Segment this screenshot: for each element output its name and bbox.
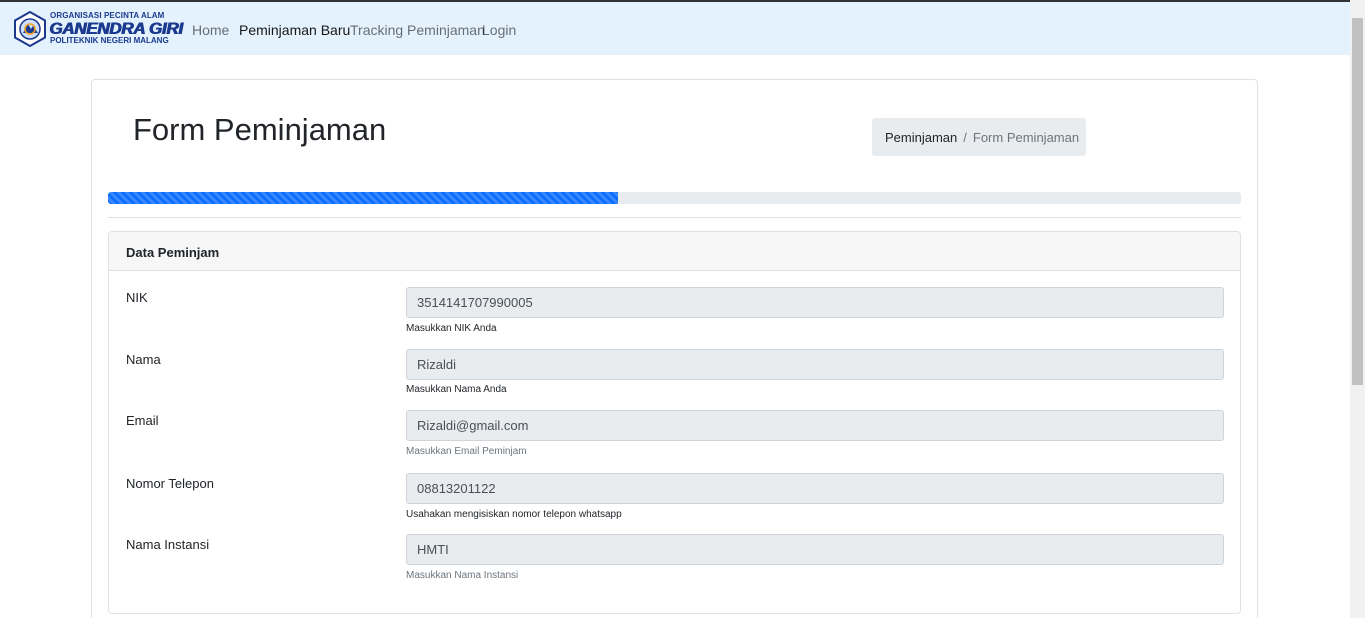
nama-instansi-field[interactable] — [406, 534, 1224, 565]
nama-instansi-label: Nama Instansi — [126, 537, 210, 552]
nav-home[interactable]: Home — [192, 22, 229, 38]
nomor-telepon-label: Nomor Telepon — [126, 476, 214, 491]
nav-login[interactable]: Login — [482, 22, 516, 38]
breadcrumb-item-peminjaman[interactable]: Peminjaman — [885, 130, 957, 145]
emblem-icon — [14, 11, 46, 47]
page-title: Form Peminjaman — [133, 112, 387, 147]
breadcrumb-separator: / — [963, 130, 967, 145]
progress-bar-fill — [108, 192, 618, 204]
page-scrollbar[interactable] — [1350, 0, 1365, 618]
divider — [108, 217, 1241, 218]
nama-instansi-help: Masukkan Nama Instansi — [406, 570, 519, 581]
scrollbar-thumb[interactable] — [1352, 18, 1363, 385]
nama-field[interactable] — [406, 349, 1224, 380]
nav-peminjaman-baru[interactable]: Peminjaman Baru — [239, 22, 350, 38]
nama-help: Masukkan Nama Anda — [406, 384, 507, 395]
email-label: Email — [126, 413, 159, 428]
email-field[interactable] — [406, 410, 1224, 441]
nav-tracking-peminjaman[interactable]: Tracking Peminjaman — [350, 22, 485, 38]
form-progress — [108, 192, 1241, 204]
card-header: Data Peminjam — [109, 232, 1240, 271]
section-title: Data Peminjam — [126, 245, 220, 260]
nomor-telepon-help: Usahakan mengisiskan nomor telepon whats… — [406, 509, 622, 520]
navbar: ORGANISASI PECINTA ALAM GANENDRA GIRI PO… — [0, 2, 1350, 55]
breadcrumb-item-current: Form Peminjaman — [972, 130, 1080, 145]
nik-help: Masukkan NIK Anda — [406, 323, 497, 334]
breadcrumb: Peminjaman / Form Peminjaman — [872, 118, 1086, 156]
nama-label: Nama — [126, 352, 161, 367]
nik-field[interactable] — [406, 287, 1224, 318]
nomor-telepon-field[interactable] — [406, 473, 1224, 504]
email-help: Masukkan Email Peminjam — [406, 446, 527, 457]
brand-logo[interactable]: ORGANISASI PECINTA ALAM GANENDRA GIRI PO… — [12, 9, 183, 49]
brand-line-3: POLITEKNIK NEGERI MALANG — [50, 36, 169, 45]
nik-label: NIK — [126, 290, 148, 305]
